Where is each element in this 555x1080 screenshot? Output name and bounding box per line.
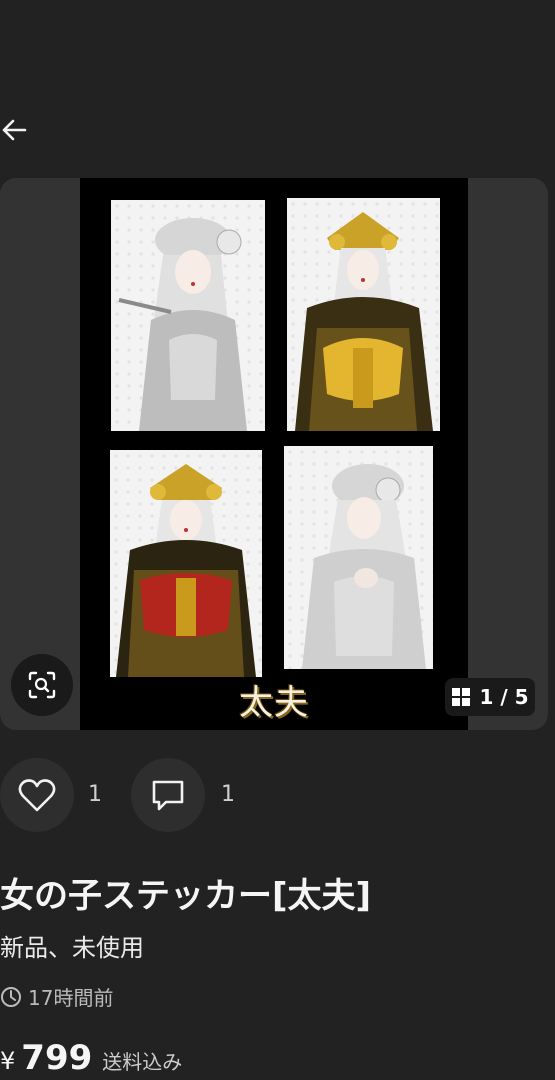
like-button[interactable] [0,758,74,832]
product-image[interactable]: 太夫 [80,178,468,730]
time-text: 17時間前 [28,986,114,1010]
item-condition: 新品、未使用 [0,934,144,962]
like-count: 1 [88,782,102,807]
image-caption: 太夫 [239,683,309,723]
heart-icon [18,779,56,812]
image-counter[interactable]: 1 / 5 [445,678,535,716]
action-row: 1 1 [0,758,555,834]
arrow-left-icon [2,119,27,141]
item-title: 女の子ステッカー[太夫] [0,876,372,916]
zoom-scan-icon [28,671,56,699]
shipping-note: 送料込み [102,1050,183,1074]
sticker-card-gold-obi [287,198,440,431]
comment-count: 1 [221,782,235,807]
counter-text: 1 / 5 [479,685,529,709]
price-amount: 799 [21,1038,93,1078]
grid-icon [452,688,471,706]
posted-time: 17時間前 [0,982,113,1011]
currency-symbol: ¥ [0,1047,16,1075]
zoom-button[interactable] [11,654,73,716]
sticker-card-silver-pipe [111,200,265,431]
comment-icon [152,780,184,811]
sticker-card-red-kimono [110,450,262,677]
back-button[interactable] [0,112,34,148]
image-carousel[interactable]: 太夫 1 / 5 [0,178,548,730]
clock-icon [1,986,21,1007]
sticker-card-white-kimono [284,446,433,669]
comment-button[interactable] [131,758,205,832]
price: ¥ 799 送料込み [0,1038,182,1078]
